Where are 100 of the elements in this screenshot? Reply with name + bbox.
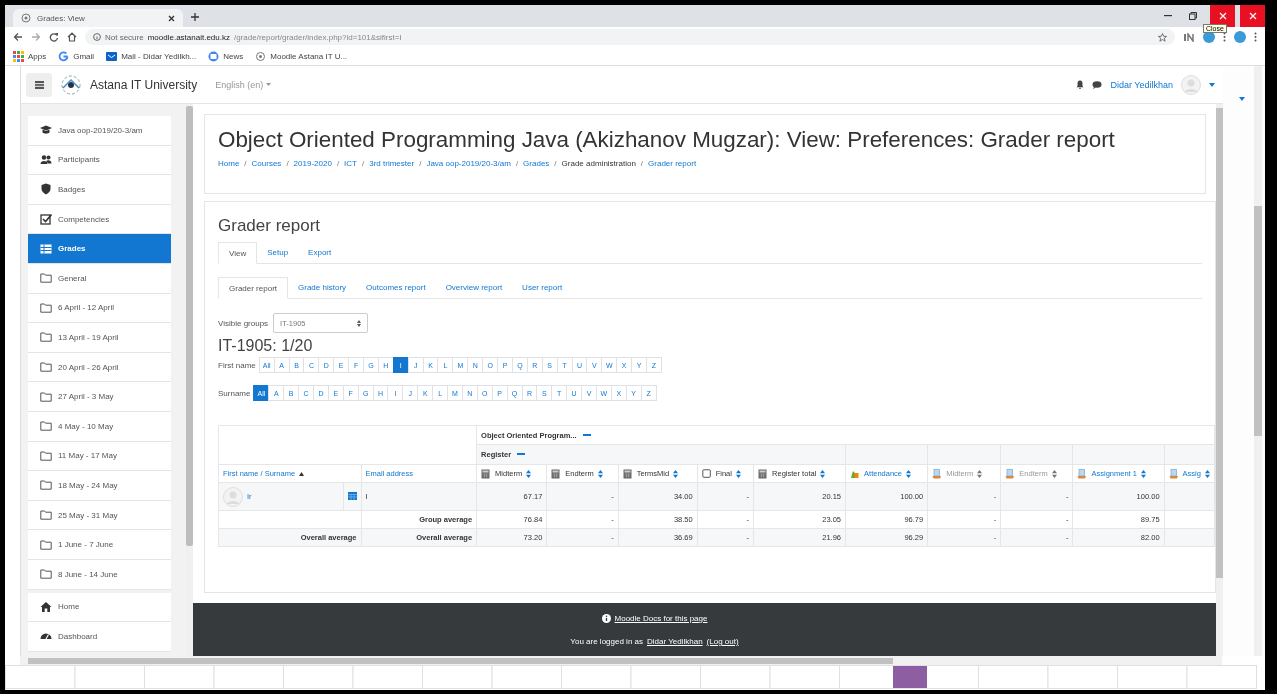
collapse-icon[interactable] xyxy=(582,433,591,437)
menu-icon[interactable] xyxy=(1223,32,1226,42)
tab[interactable]: User report xyxy=(512,276,573,298)
nav-item[interactable]: Dashboard xyxy=(28,622,171,652)
nav-item[interactable]: Badges xyxy=(28,175,171,205)
nav-item[interactable]: 18 May - 24 May xyxy=(28,471,171,501)
tab[interactable]: Outcomes report xyxy=(356,276,436,298)
caret-icon[interactable] xyxy=(1239,97,1245,101)
docs-link[interactable]: Moodle Docs for this page xyxy=(614,614,708,623)
logout-link[interactable]: (Log out) xyxy=(706,637,739,646)
bookmark[interactable]: Moodle Astana IT U... xyxy=(255,50,348,62)
breadcrumb-link[interactable]: ICT xyxy=(344,159,357,168)
nav-item[interactable]: 8 June - 14 June xyxy=(28,559,171,590)
site-name[interactable]: Astana IT University xyxy=(90,77,198,92)
close-icon[interactable] xyxy=(168,14,175,22)
breadcrumb-link[interactable]: Grades xyxy=(523,159,550,168)
caret-icon[interactable] xyxy=(1209,82,1215,87)
university-logo-icon xyxy=(60,73,82,96)
nav-item[interactable]: General xyxy=(28,263,171,294)
chat-icon[interactable] xyxy=(1092,80,1103,89)
filter-label: Surname xyxy=(218,388,251,398)
breadcrumb-link[interactable]: Grader report xyxy=(648,159,697,168)
scrollbar-thumb[interactable] xyxy=(1216,108,1223,578)
language-menu[interactable]: English (en) xyxy=(215,79,272,90)
page-title: Object Oriented Programming Java (Akizhanov Mugzar): View: Preferences: Grader report xyxy=(218,127,1116,153)
user-name[interactable]: Didar Yedilkhan xyxy=(1110,79,1173,90)
bell-icon[interactable] xyxy=(1076,80,1085,89)
breadcrumb-separator: / xyxy=(362,159,365,168)
nav-item[interactable]: 27 April - 3 May xyxy=(28,382,171,412)
calendar-icon[interactable] xyxy=(347,491,357,500)
close-icon xyxy=(1218,12,1227,20)
breadcrumb-link[interactable]: Home xyxy=(218,159,240,168)
bookmark[interactable]: Apps xyxy=(13,50,47,62)
user-avatar-icon xyxy=(223,486,243,507)
info-icon xyxy=(601,614,611,623)
scrollbar-thumb[interactable] xyxy=(186,106,193,546)
tab[interactable]: Setup xyxy=(257,241,299,263)
nav-item[interactable]: Java oop-2019/20-3/am xyxy=(28,116,171,146)
filter-label: First name xyxy=(218,360,256,370)
extension-icon[interactable] xyxy=(1183,32,1195,42)
profile-avatar-icon[interactable] xyxy=(1234,31,1246,43)
news-icon xyxy=(208,50,220,62)
nav-item[interactable]: Participants xyxy=(28,145,171,176)
close-button[interactable] xyxy=(1240,5,1265,27)
collapse-icon[interactable] xyxy=(517,453,526,456)
new-tab-icon[interactable] xyxy=(191,13,199,21)
menu-button[interactable] xyxy=(26,72,52,97)
breadcrumb-link[interactable]: Courses xyxy=(251,159,282,168)
nav-item[interactable]: 4 May - 10 May xyxy=(28,411,171,442)
caret-icon xyxy=(266,83,272,86)
close-button[interactable] xyxy=(1210,5,1235,27)
home-icon[interactable] xyxy=(67,32,77,42)
reload-icon[interactable] xyxy=(49,32,59,42)
folder-icon xyxy=(40,538,52,551)
graduation-cap-icon xyxy=(40,124,52,137)
breadcrumb-separator: / xyxy=(515,159,519,168)
breadcrumb-link[interactable]: Java oop-2019/20-3/am xyxy=(426,159,511,168)
nav-item[interactable]: 6 April - 12 April xyxy=(28,293,171,324)
scrollbar-thumb[interactable] xyxy=(28,657,893,664)
assignment-icon xyxy=(932,468,943,479)
sort-icon[interactable] xyxy=(299,471,305,476)
nav-item[interactable]: 1 June - 7 June xyxy=(28,530,171,560)
nav-item[interactable]: Competencies xyxy=(28,204,171,235)
moodle-logo-icon xyxy=(255,50,267,62)
profile-avatar-icon[interactable] xyxy=(1203,31,1215,43)
breadcrumb-separator: / xyxy=(286,159,289,168)
bookmark[interactable]: Gmail xyxy=(58,50,95,62)
folder-icon xyxy=(40,509,52,521)
tab[interactable]: Export xyxy=(298,241,342,263)
browser-tab[interactable]: Grades: View xyxy=(13,9,183,27)
nav-item[interactable]: 20 April - 26 April xyxy=(28,352,171,383)
calculator-icon xyxy=(622,468,633,479)
tab[interactable]: Grader report xyxy=(218,277,289,299)
breadcrumb-link[interactable]: 3rd trimester xyxy=(369,159,415,168)
nav-item[interactable]: 11 May - 17 May xyxy=(28,441,171,472)
shield-icon xyxy=(40,183,52,196)
nav-item[interactable]: Grades xyxy=(28,234,171,264)
tab[interactable]: View xyxy=(218,242,258,264)
user-link[interactable]: Didar Yedilkhan xyxy=(647,637,703,646)
mail-icon xyxy=(106,50,118,62)
star-icon[interactable] xyxy=(1158,32,1167,42)
users-icon xyxy=(40,153,52,166)
nav-item[interactable]: 13 April - 19 April xyxy=(28,323,171,353)
bookmark[interactable]: Mail - Didar Yedilkh... xyxy=(106,50,197,62)
breadcrumb-separator: / xyxy=(554,159,557,168)
attendance-icon xyxy=(850,468,861,479)
folder-icon xyxy=(40,568,52,581)
back-icon[interactable] xyxy=(13,32,23,42)
breadcrumb-link[interactable]: 2019-2020 xyxy=(293,159,332,168)
tab[interactable]: Overview report xyxy=(435,276,513,298)
nav-item[interactable]: 25 May - 31 May xyxy=(28,500,171,531)
scrollbar-thumb[interactable] xyxy=(1254,206,1262,436)
breadcrumb-separator: / xyxy=(244,159,247,168)
address-bar[interactable]: Not secure moodle.astanait.edu.kz /grade/report/grader/index.php?id=101&sifirst=I xyxy=(85,29,1175,45)
bookmark[interactable]: News xyxy=(208,50,244,62)
tab[interactable]: Grade history xyxy=(288,276,357,298)
table-icon xyxy=(40,242,52,255)
field-label: Visible groups xyxy=(218,318,269,328)
menu-icon[interactable] xyxy=(1254,32,1257,42)
nav-item[interactable]: Home xyxy=(28,592,171,623)
